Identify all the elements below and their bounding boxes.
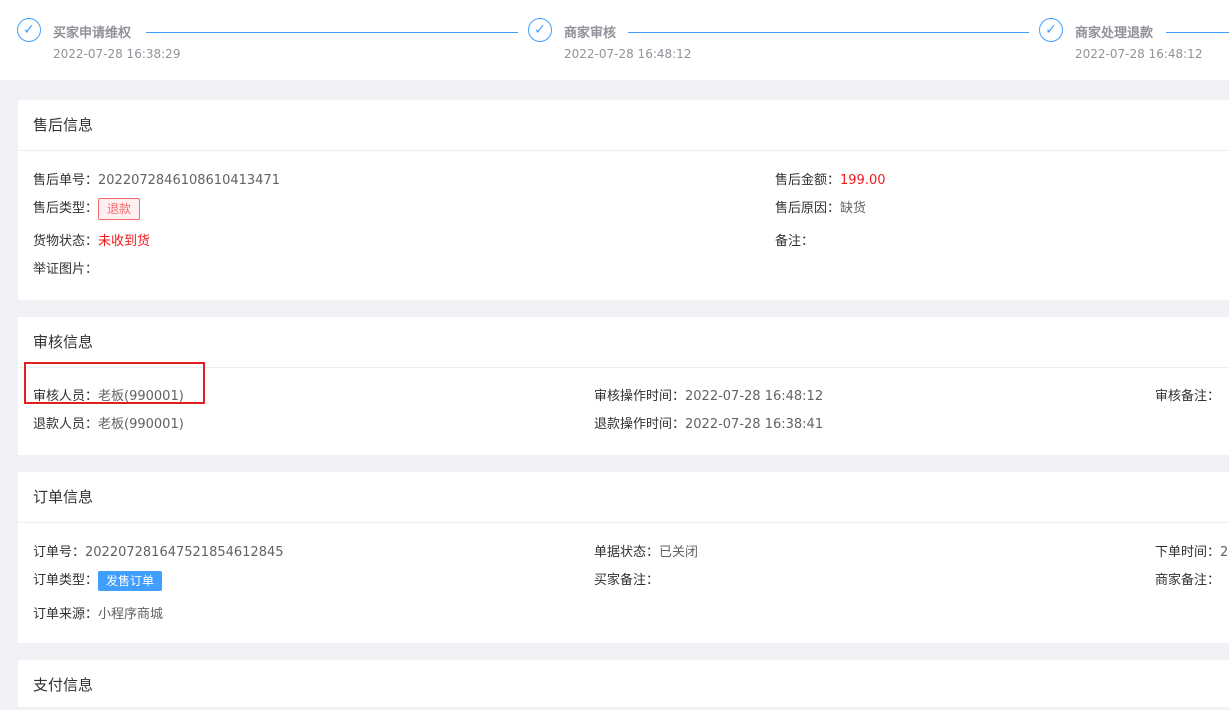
order-type: 订单类型： 发售订单 (33, 569, 163, 591)
order-status: 单据状态：已关闭 (594, 545, 699, 560)
order-time: 下单时间：2 (1155, 545, 1229, 560)
after-sale-reason: 售后原因：缺货 (775, 201, 867, 216)
after-sale-remark: 备注： (775, 234, 815, 249)
step-time: 2022-07-28 16:48:12 (564, 47, 692, 61)
audit-time: 审核操作时间：2022-07-28 16:48:12 (594, 389, 824, 404)
sale-order-tag: 发售订单 (98, 570, 163, 591)
step-title: 商家处理退款 (1075, 26, 1154, 41)
after-sale-amount: 售后金额：199.00 (775, 173, 886, 188)
step-time: 2022-07-28 16:38:29 (53, 47, 181, 61)
order-card: 订单信息 订单号：2022072816475218546128​45 单据状态：… (18, 472, 1229, 643)
progress-steps: ✓ 买家申请维权 2022-07-28 16:38:29 ✓ 商家审核 2022… (0, 0, 1229, 80)
after-sale-no: 售后单号：2022072846108610413471 (33, 173, 280, 188)
goods-status: 货物状态：未收到货 (33, 234, 151, 249)
step-time: 2022-07-28 16:48:12 (1075, 47, 1203, 61)
step-connector (1166, 32, 1229, 33)
buyer-remark: 买家备注： (594, 573, 660, 588)
refund-time: 退款操作时间：2022-07-28 16:38:41 (594, 417, 824, 432)
step-title: 买家申请维权 (53, 26, 132, 41)
merchant-remark: 商家备注： (1155, 573, 1221, 588)
card-title: 审核信息 (18, 317, 1229, 368)
refunder: 退款人员：老板(990001) (33, 417, 184, 432)
payment-card: 支付信息 (18, 660, 1229, 707)
highlight-annotation-box (24, 362, 205, 404)
order-source: 订单来源：小程序商城 (33, 607, 164, 622)
card-title: 订单信息 (18, 472, 1229, 523)
order-no: 订单号：2022072816475218546128​45 (33, 545, 284, 560)
proof-images: 举证图片： (33, 262, 99, 277)
card-title: 售后信息 (18, 100, 1229, 151)
step-connector (628, 32, 1029, 33)
step-title: 商家审核 (564, 26, 617, 41)
check-icon: ✓ (1039, 18, 1063, 42)
card-title: 支付信息 (33, 676, 94, 694)
check-icon: ✓ (17, 18, 41, 42)
check-icon: ✓ (528, 18, 552, 42)
audit-remark: 审核备注： (1155, 389, 1221, 404)
after-sale-type: 售后类型： 退款 (33, 197, 141, 220)
after-sale-card: 售后信息 售后单号：2022072846108610413471 售后金额：19… (18, 100, 1229, 300)
step-connector (146, 32, 518, 33)
refund-tag: 退款 (98, 197, 141, 220)
